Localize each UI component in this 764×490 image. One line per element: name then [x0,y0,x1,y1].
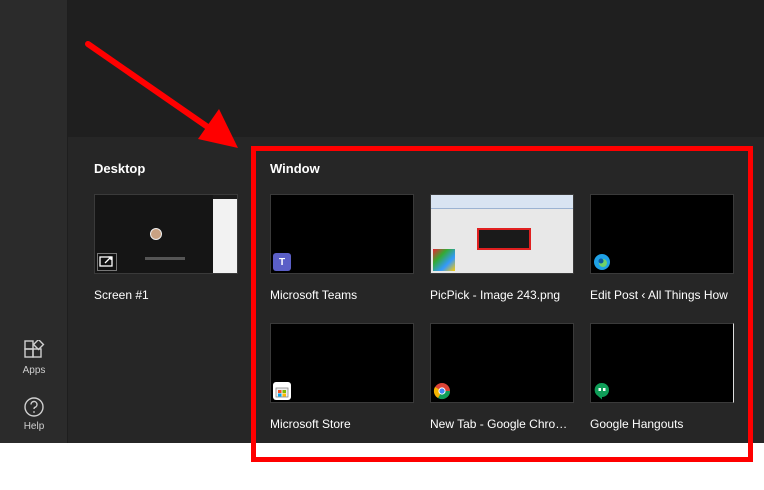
hangouts-icon [593,382,611,400]
window-tile-store[interactable]: Microsoft Store [270,323,414,431]
window-tile-edge[interactable]: Edit Post ‹ All Things How [590,194,734,302]
share-preview-area [68,0,764,137]
help-button[interactable]: Help [10,396,58,442]
window-tile-picpick[interactable]: PicPick - Image 243.png [430,194,574,302]
window-label: Edit Post ‹ All Things How [590,288,728,302]
teams-icon: T [273,253,291,271]
window-thumbnail[interactable] [430,323,574,403]
edge-icon [593,253,611,271]
window-thumbnail[interactable] [270,323,414,403]
window-tile-chrome[interactable]: New Tab - Google Chrome [430,323,574,431]
page-background [0,443,764,490]
window-thumbnail[interactable] [590,323,734,403]
desktop-section-title: Desktop [94,161,146,176]
apps-icon [24,340,45,358]
screen-share-icon [97,253,117,271]
left-rail: Apps Help [0,0,68,443]
picpick-canvas-image [477,228,531,250]
window-label: PicPick - Image 243.png [430,288,561,302]
apps-button[interactable]: Apps [10,340,58,386]
window-thumbnail[interactable] [590,194,734,274]
help-icon [24,397,44,417]
chrome-icon [433,382,451,400]
screen-thumbnail[interactable] [94,194,238,274]
window-tile-teams[interactable]: T Microsoft Teams [270,194,414,302]
avatar [150,228,162,240]
window-thumbnail[interactable]: T [270,194,414,274]
call-controls [145,257,185,260]
help-label: Help [23,421,45,432]
window-label: Microsoft Store [270,417,351,431]
screen-label: Screen #1 [94,288,149,302]
window-tile-hangouts[interactable]: Google Hangouts [590,323,734,431]
apps-label: Apps [22,365,46,376]
window-label: Google Hangouts [590,417,684,431]
window-section-title: Window [270,161,320,176]
side-panel [213,199,237,273]
window-label: New Tab - Google Chrome [430,417,570,431]
window-label: Microsoft Teams [270,288,358,302]
share-picker: Apps Help Desktop Window Screen #1 T Mic… [0,0,764,443]
screen-tile[interactable]: Screen #1 [94,194,238,302]
store-icon [273,382,291,400]
picpick-icon [433,249,455,271]
window-thumbnail[interactable] [430,194,574,274]
picpick-toolbar [431,195,573,209]
